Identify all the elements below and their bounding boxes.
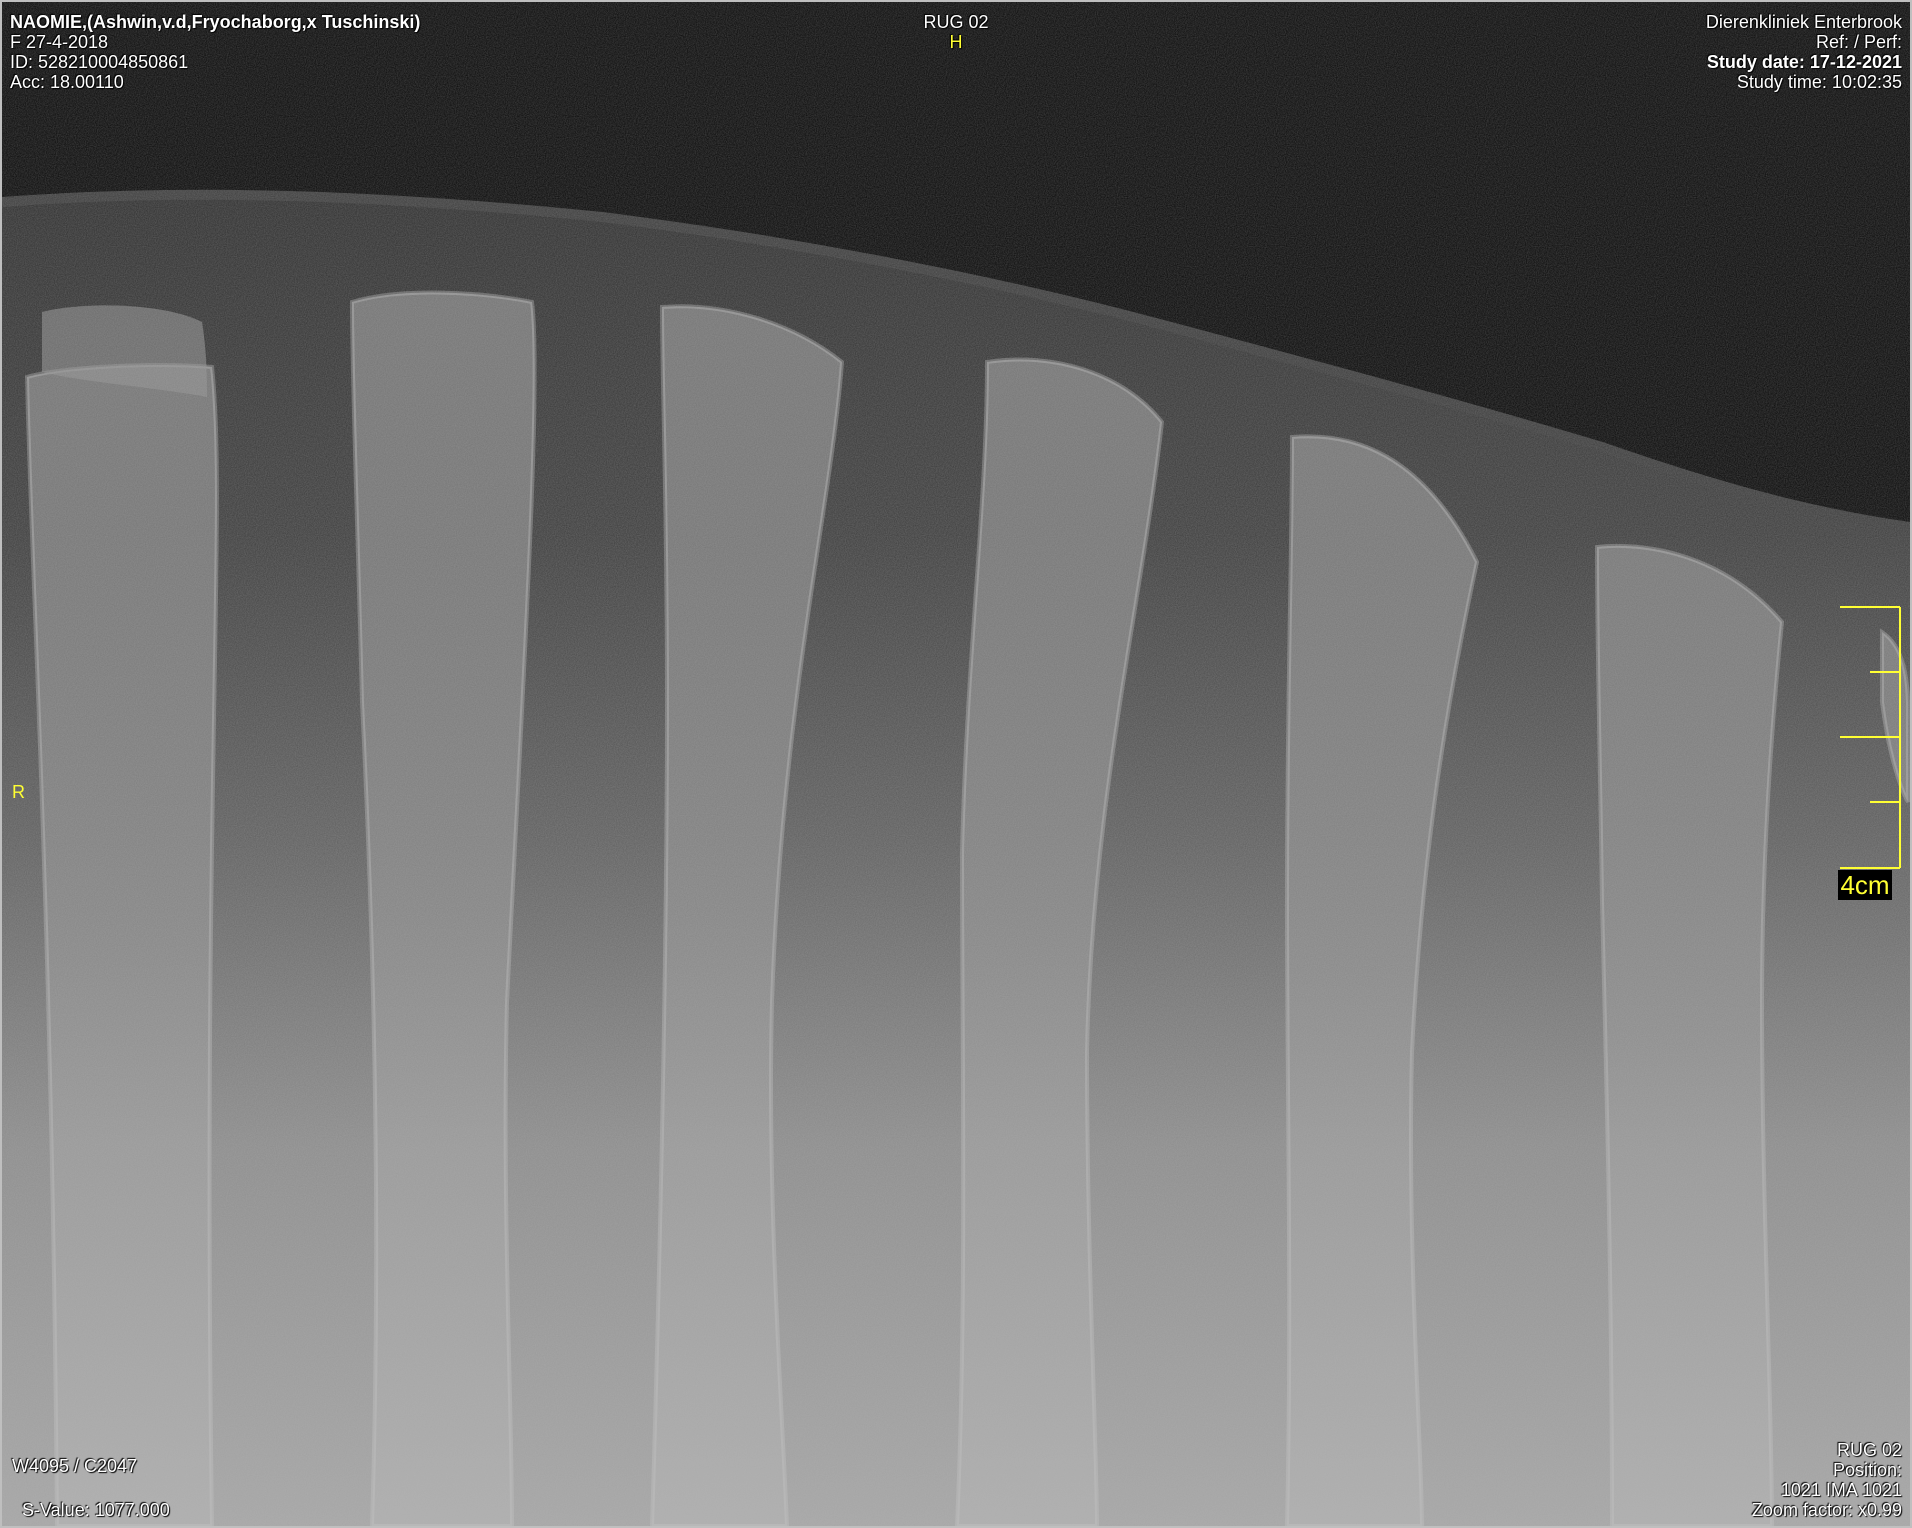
window-info: W4095 / C2047 S-Value: 1077.000: [12, 1456, 170, 1520]
xray-image: [2, 2, 1910, 1526]
image-position: Position:: [1832, 1460, 1902, 1480]
image-series: RUG 02: [1836, 1440, 1902, 1460]
zoom-factor: Zoom factor: x0.99: [1751, 1500, 1902, 1520]
window-center: W4095 / C2047: [12, 1456, 138, 1476]
study-time: Study time: 10:02:35: [1736, 72, 1902, 92]
orientation-left: R: [12, 782, 25, 802]
accession-number: Acc: 18.00110: [10, 72, 124, 92]
image-number: 1021 IMA 1021: [1780, 1480, 1902, 1500]
study-date: Study date: 17-12-2021: [1706, 52, 1902, 72]
image-info: RUG 02 Position: 1021 IMA 1021 Zoom fact…: [1752, 1440, 1902, 1520]
s-value: S-Value: 1077.000: [22, 1500, 170, 1520]
scale-label: 4cm: [1838, 870, 1892, 900]
ref-perf: Ref: / Perf:: [1815, 32, 1902, 52]
orientation-top: H: [949, 32, 963, 52]
series-header: RUG 02 H: [2, 12, 1910, 52]
study-info: Dierenkliniek Enterbrook Ref: / Perf: St…: [1706, 12, 1902, 92]
institution-name: Dierenkliniek Enterbrook: [1705, 12, 1902, 32]
image-viewport[interactable]: NAOMIE,(Ashwin,v.d,Fryochaborg,x Tuschin…: [0, 0, 1912, 1528]
series-name: RUG 02: [923, 12, 989, 32]
patient-id: ID: 528210004850861: [10, 52, 189, 72]
